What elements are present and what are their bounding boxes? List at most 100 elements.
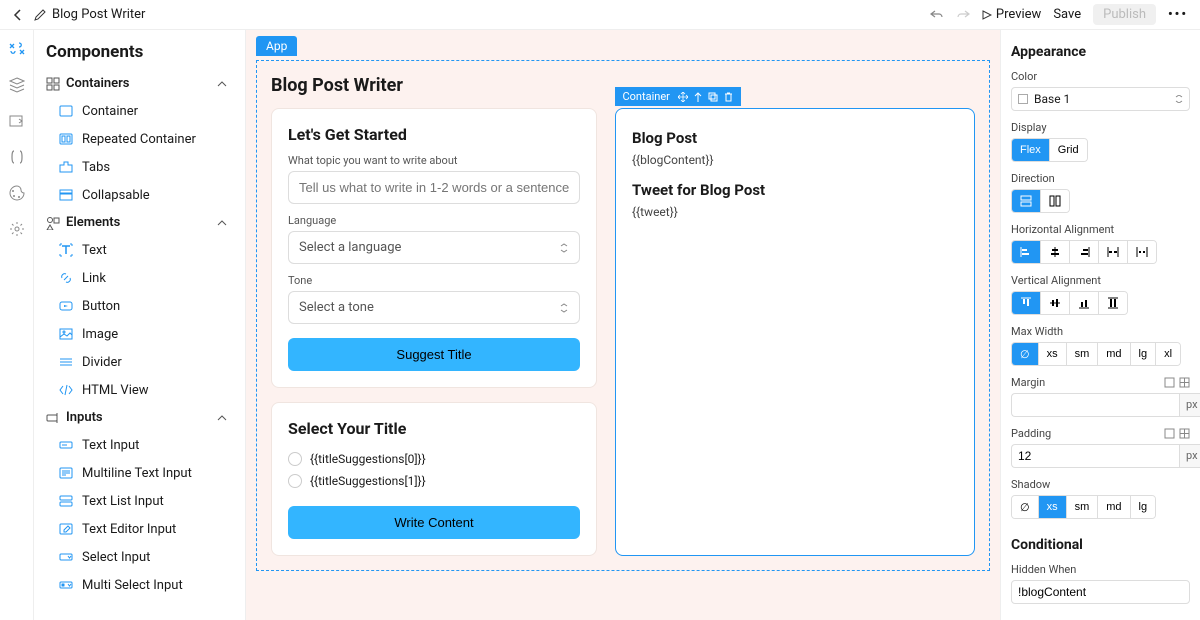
valign-segmented <box>1011 291 1128 315</box>
component-tabs[interactable]: Tabs <box>34 153 245 181</box>
valign-end[interactable] <box>1070 292 1099 314</box>
maxwidth-sm[interactable]: sm <box>1067 343 1099 365</box>
direction-row[interactable] <box>1041 190 1069 212</box>
layers-tab-icon[interactable] <box>8 76 26 94</box>
halign-around[interactable] <box>1128 241 1156 263</box>
component-link[interactable]: Link <box>34 264 245 292</box>
title-edit[interactable]: Blog Post Writer <box>34 7 145 22</box>
tone-label: Tone <box>288 274 580 287</box>
topic-input[interactable] <box>288 171 580 204</box>
back-button[interactable] <box>12 9 24 21</box>
padding-unit[interactable]: px <box>1179 444 1200 468</box>
margin-expand-icon[interactable] <box>1179 377 1190 388</box>
component-html-view[interactable]: HTML View <box>34 376 245 404</box>
suggest-title-button[interactable]: Suggest Title <box>288 338 580 371</box>
component-text-input[interactable]: Text Input <box>34 431 245 459</box>
button-icon <box>58 298 74 314</box>
valign-start[interactable] <box>1012 292 1041 314</box>
move-icon[interactable] <box>678 92 688 102</box>
save-button[interactable]: Save <box>1053 7 1081 22</box>
component-text-list-input[interactable]: Text List Input <box>34 487 245 515</box>
halign-start[interactable] <box>1012 241 1041 263</box>
padding-shorthand-icon[interactable] <box>1164 428 1175 439</box>
display-grid[interactable]: Grid <box>1050 139 1087 161</box>
component-button[interactable]: Button <box>34 292 245 320</box>
component-divider[interactable]: Divider <box>34 348 245 376</box>
valign-center[interactable] <box>1041 292 1070 314</box>
card-heading: Let's Get Started <box>288 125 580 144</box>
properties-panel: Appearance Color Base 1 Display Flex Gri… <box>1000 30 1200 620</box>
maxwidth-xl[interactable]: xl <box>1156 343 1180 365</box>
preview-button[interactable]: Preview <box>982 7 1041 22</box>
output-container-selected[interactable]: Container Blog Post {{blogContent}} <box>615 108 975 556</box>
appearance-heading: Appearance <box>1011 44 1190 60</box>
app-title: Blog Post Writer <box>52 7 145 22</box>
component-collapsable[interactable]: Collapsable <box>34 181 245 209</box>
components-tab-icon[interactable] <box>8 40 26 58</box>
direction-column[interactable] <box>1012 190 1041 212</box>
copy-icon[interactable] <box>708 92 718 102</box>
tone-select[interactable]: Select a tone <box>288 291 580 324</box>
redo-button[interactable] <box>956 9 970 21</box>
tweet-content: {{tweet}} <box>632 205 958 219</box>
section-inputs[interactable]: Inputs <box>34 404 245 431</box>
hidden-when-input[interactable] <box>1011 580 1190 604</box>
margin-unit[interactable]: px <box>1179 393 1200 417</box>
maxwidth-lg[interactable]: lg <box>1131 343 1157 365</box>
component-select-input[interactable]: Select Input <box>34 543 245 571</box>
halign-segmented <box>1011 240 1157 264</box>
nav-rail <box>0 30 34 620</box>
shadow-none[interactable]: ∅ <box>1012 496 1039 518</box>
component-image[interactable]: Image <box>34 320 245 348</box>
publish-button[interactable]: Publish <box>1093 4 1156 25</box>
select-caret-icon <box>1175 95 1183 103</box>
maxwidth-none[interactable]: ∅ <box>1012 343 1039 365</box>
variables-tab-icon[interactable] <box>8 148 26 166</box>
component-multiline-input[interactable]: Multiline Text Input <box>34 459 245 487</box>
component-text-editor-input[interactable]: Text Editor Input <box>34 515 245 543</box>
up-icon[interactable] <box>694 92 702 102</box>
theme-tab-icon[interactable] <box>8 184 26 202</box>
title-option-1[interactable]: {{titleSuggestions[1]}} <box>288 470 580 492</box>
shadow-sm[interactable]: sm <box>1067 496 1099 518</box>
more-menu-button[interactable]: ••• <box>1168 7 1188 22</box>
margin-shorthand-icon[interactable] <box>1164 377 1175 388</box>
component-text[interactable]: Text <box>34 236 245 264</box>
app-chip[interactable]: App <box>256 36 297 56</box>
halign-between[interactable] <box>1099 241 1128 263</box>
display-flex[interactable]: Flex <box>1012 139 1050 161</box>
text-input-icon <box>58 437 74 453</box>
component-repeated-container[interactable]: Repeated Container <box>34 125 245 153</box>
settings-tab-icon[interactable] <box>8 220 26 238</box>
select-input-icon <box>58 549 74 565</box>
delete-icon[interactable] <box>724 92 733 102</box>
margin-input[interactable] <box>1011 393 1179 417</box>
language-select[interactable]: Select a language <box>288 231 580 264</box>
write-content-button[interactable]: Write Content <box>288 506 580 539</box>
section-elements[interactable]: Elements <box>34 209 245 236</box>
multiline-input-icon <box>58 465 74 481</box>
halign-center[interactable] <box>1041 241 1070 263</box>
padding-input[interactable] <box>1011 444 1179 468</box>
component-container[interactable]: Container <box>34 97 245 125</box>
canvas[interactable]: App Blog Post Writer Let's Get Started W… <box>246 30 1000 620</box>
repeated-container-icon <box>58 131 74 147</box>
form-card-select-title[interactable]: Select Your Title {{titleSuggestions[0]}… <box>271 402 597 556</box>
halign-end[interactable] <box>1070 241 1099 263</box>
title-option-0[interactable]: {{titleSuggestions[0]}} <box>288 448 580 470</box>
maxwidth-xs[interactable]: xs <box>1039 343 1067 365</box>
maxwidth-md[interactable]: md <box>1098 343 1130 365</box>
canvas-root-container[interactable]: Blog Post Writer Let's Get Started What … <box>256 60 990 571</box>
form-card-get-started[interactable]: Let's Get Started What topic you want to… <box>271 108 597 388</box>
actions-tab-icon[interactable] <box>8 112 26 130</box>
shadow-lg[interactable]: lg <box>1131 496 1156 518</box>
undo-button[interactable] <box>930 9 944 21</box>
padding-expand-icon[interactable] <box>1179 428 1190 439</box>
section-containers[interactable]: Containers <box>34 70 245 97</box>
shadow-md[interactable]: md <box>1098 496 1130 518</box>
shadow-xs[interactable]: xs <box>1039 496 1067 518</box>
color-select[interactable]: Base 1 <box>1011 87 1190 111</box>
component-multi-select-input[interactable]: Multi Select Input <box>34 571 245 599</box>
valign-stretch[interactable] <box>1099 292 1127 314</box>
html-icon <box>58 382 74 398</box>
